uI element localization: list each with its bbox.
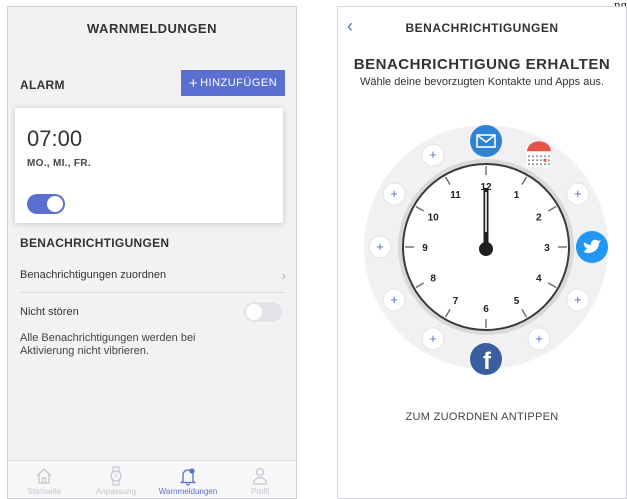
clock-number: 8 (430, 274, 436, 285)
plus-icon: + (574, 186, 582, 201)
plus-icon: + (574, 292, 582, 307)
plus-icon: + (376, 239, 384, 254)
add-slot-button[interactable]: + (421, 327, 445, 351)
tab-label: Startseite (27, 487, 61, 496)
tap-to-assign-hint: ZUM ZUORDNEN ANTIPPEN (405, 411, 559, 423)
chevron-right-icon: › (281, 268, 286, 283)
add-slot-button[interactable]: + (368, 235, 392, 259)
alarm-card[interactable]: 07:00 MO., MI., FR. (15, 108, 283, 223)
add-slot-button[interactable]: + (421, 143, 445, 167)
clock-center (479, 242, 493, 256)
plus-icon: + (535, 331, 543, 346)
calendar-icon[interactable] (527, 141, 551, 168)
add-slot-button[interactable]: + (382, 182, 406, 206)
assign-notifications-row[interactable]: Benachrichtigungen zuordnen › (20, 268, 286, 283)
twitter-icon[interactable] (576, 231, 608, 263)
tab-anpassung[interactable]: Anpassung (80, 461, 152, 498)
do-not-disturb-toggle[interactable] (244, 302, 282, 322)
home-icon (36, 468, 52, 484)
add-slot-button[interactable]: + (527, 327, 551, 351)
clock-number: 5 (514, 296, 520, 307)
notifications-section-label: BENACHRICHTIGUNGEN (20, 236, 170, 250)
plus-icon: + (429, 331, 437, 346)
facebook-icon[interactable]: f (470, 343, 502, 375)
tab-profil[interactable]: Profil (224, 461, 296, 498)
plus-icon: + (429, 147, 437, 162)
notification-heading: BENACHRICHTIGUNG ERHALTEN (353, 56, 611, 73)
plus-icon: + (390, 292, 398, 307)
add-slot-button[interactable]: + (566, 182, 590, 206)
plus-icon: + (188, 74, 199, 92)
alarm-toggle[interactable] (27, 194, 65, 214)
add-alarm-button[interactable]: + HINZUFÜGEN (181, 70, 285, 96)
clock-number: 6 (483, 304, 489, 315)
clock-number: 2 (536, 213, 542, 224)
tab-warnmeldungen[interactable]: Warnmeldungen (152, 461, 224, 498)
mail-icon[interactable] (470, 125, 502, 157)
clock-number: 9 (422, 243, 428, 254)
tab-label: Profil (250, 487, 270, 496)
clock-number: 7 (453, 296, 459, 307)
clock-number: 10 (428, 213, 440, 224)
tab-label: Warnmeldungen (158, 487, 218, 496)
add-slot-button[interactable]: + (566, 288, 590, 312)
tab-startseite[interactable]: Startseite (8, 461, 80, 498)
clock-number: 11 (450, 190, 461, 201)
page-title: WARNMELDUNGEN (87, 21, 217, 36)
alarm-days: MO., MI., FR. (27, 158, 91, 169)
facebook-glyph: f (483, 348, 492, 375)
alarm-section-label: ALARM (20, 78, 65, 92)
do-not-disturb-label: Nicht stören (20, 306, 79, 318)
bell-icon (179, 468, 197, 486)
clock-hand-highlight (485, 192, 487, 232)
divider (20, 292, 286, 293)
clock-dial: 121234567891011 +++f+++++ (364, 125, 608, 375)
tab-bar: Startseite Anpassung Warnmeldungen Profi… (8, 460, 296, 498)
notification-subtitle: Wähle deine bevorzugten Kontakte und App… (359, 76, 604, 88)
toggle-knob (246, 304, 262, 320)
page-title: BENACHRICHTIGUNGEN (405, 21, 559, 35)
clock-number: 4 (536, 274, 542, 285)
assign-notifications-label: Benachrichtigungen zuordnen (20, 269, 167, 281)
do-not-disturb-description: Alle Benachrichtigungen werden bei Aktiv… (20, 332, 196, 357)
toggle-knob (47, 196, 63, 212)
watch-icon (110, 466, 122, 486)
person-icon (252, 467, 268, 485)
alarm-time: 07:00 (27, 126, 83, 151)
clock-number: 1 (514, 190, 520, 201)
benachrichtigungen-screen: ‹ BENACHRICHTIGUNGEN BENACHRICHTIGUNG ER… (337, 6, 627, 499)
add-alarm-label: HINZUFÜGEN (200, 77, 278, 89)
tab-label: Anpassung (95, 487, 137, 496)
plus-icon: + (390, 186, 398, 201)
clock-number: 3 (544, 243, 550, 254)
warnmeldungen-screen: WARNMELDUNGEN ALARM + HINZUFÜGEN 07:00 M… (7, 6, 297, 499)
add-slot-button[interactable]: + (382, 288, 406, 312)
